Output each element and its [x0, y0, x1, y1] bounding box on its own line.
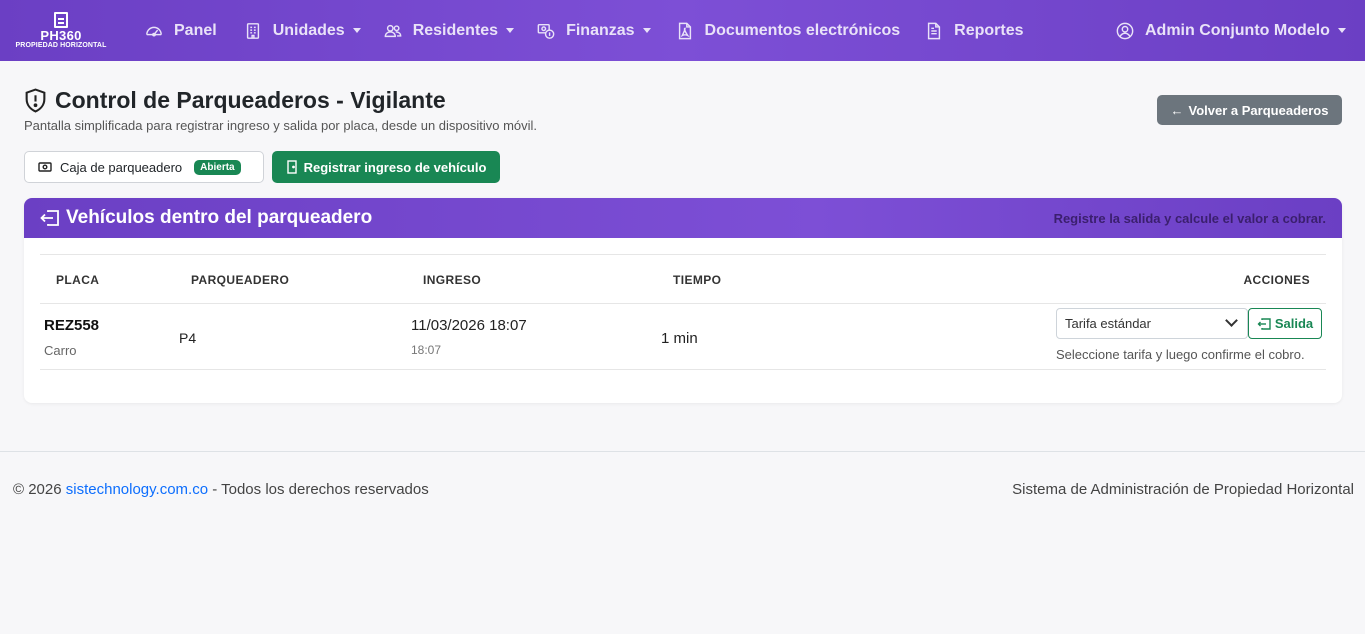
cash-box-label: Caja de parqueadero [60, 159, 183, 175]
caret-down-icon [506, 28, 515, 33]
top-navbar: PH360 PROPIEDAD HORIZONTAL Panel Unidade… [0, 0, 1365, 61]
nav-item-label: Finanzas [566, 21, 635, 39]
page-subtitle: Pantalla simplificada para registrar ing… [24, 118, 538, 133]
column-header-ingreso: INGRESO [423, 273, 482, 287]
table-header: PLACA PARQUEADERO INGRESO TIEMPO ACCIONE… [40, 254, 1326, 304]
nav-item-unidades[interactable]: Unidades [243, 0, 361, 61]
card-title: Vehículos dentro del parqueadero [66, 207, 373, 228]
page-title: Control de Parqueaderos - Vigilante [55, 87, 446, 113]
brand-name: PH360 [40, 27, 82, 43]
vehicles-card: Vehículos dentro del parqueadero Registr… [24, 198, 1342, 403]
brand-logo[interactable]: PH360 PROPIEDAD HORIZONTAL [0, 0, 122, 61]
chevron-down-icon [1225, 314, 1238, 327]
rights-text: - Todos los derechos reservados [212, 481, 429, 498]
vehicle-plate: REZ558 [44, 317, 100, 334]
nav-item-label: Reportes [954, 21, 1024, 39]
footer-copyright: © 2026 sistechnology.com.co - Todos los … [13, 481, 429, 498]
back-button-label: Volver a Parqueaderos [1188, 102, 1329, 118]
parking-slot: P4 [179, 330, 197, 346]
nav-item-reportes[interactable]: Reportes [924, 0, 1024, 61]
column-header-tiempo: TIEMPO [673, 273, 722, 287]
table-row: REZ558 Carro P4 11/03/2026 18:07 18:07 1… [40, 304, 1326, 370]
arrow-left-icon: ← [1170, 102, 1184, 118]
entry-datetime: 11/03/2026 18:07 [411, 317, 527, 334]
vehicle-type: Carro [44, 343, 77, 358]
register-button-label: Registrar ingreso de vehículo [303, 159, 487, 175]
status-badge: Abierta [194, 159, 241, 175]
cash-icon [38, 162, 52, 172]
column-header-placa: PLACA [56, 273, 100, 287]
caret-down-icon [1337, 28, 1346, 33]
nav-item-finanzas[interactable]: Finanzas [536, 0, 651, 61]
rate-hint: Seleccione tarifa y luego confirme el co… [1056, 347, 1305, 362]
exit-button[interactable]: Salida [1248, 308, 1322, 339]
nav-item-documentos[interactable]: Documentos electrónicos [675, 0, 901, 61]
footer-system-name: Sistema de Administración de Propiedad H… [1012, 481, 1354, 498]
nav-item-label: Residentes [412, 21, 499, 39]
building-icon [243, 21, 263, 41]
elapsed-time: 1 min [661, 330, 698, 347]
box-arrow-in-left-icon [40, 210, 59, 226]
column-header-acciones: ACCIONES [1243, 273, 1310, 287]
door-icon [286, 160, 297, 174]
caret-down-icon [642, 28, 651, 33]
exit-button-label: Salida [1274, 316, 1314, 331]
rate-select-value: Tarifa estándar [1065, 316, 1151, 331]
nav-item-label: Panel [174, 21, 217, 39]
brand-subtitle: PROPIEDAD HORIZONTAL [15, 41, 107, 49]
shield-exclamation-icon [25, 88, 46, 113]
footer-link[interactable]: sistechnology.com.co [66, 481, 208, 498]
speedometer-icon [144, 21, 164, 41]
back-to-parking-button[interactable]: ← Volver a Parqueaderos [1157, 95, 1342, 125]
user-menu[interactable]: Admin Conjunto Modelo [1115, 0, 1346, 61]
page-header: Control de Parqueaderos - Vigilante [24, 87, 446, 114]
vehicles-table: PLACA PARQUEADERO INGRESO TIEMPO ACCIONE… [40, 254, 1326, 370]
building-logo-icon [54, 11, 68, 28]
entry-time: 18:07 [411, 343, 442, 357]
nav-item-label: Unidades [272, 21, 345, 39]
nav-item-panel[interactable]: Panel [144, 0, 217, 61]
parking-cash-box[interactable]: Caja de parqueadero Abierta [24, 151, 264, 183]
card-header: Vehículos dentro del parqueadero Registr… [24, 198, 1342, 238]
file-pdf-icon [675, 21, 695, 41]
register-entry-button[interactable]: Registrar ingreso de vehículo [272, 151, 500, 183]
file-text-icon [924, 21, 944, 41]
card-hint: Registre la salida y calcule el valor a … [1053, 211, 1326, 226]
column-header-parqueadero: PARQUEADERO [191, 273, 290, 287]
copyright-text: © 2026 [13, 481, 62, 498]
cash-coin-icon [536, 21, 556, 41]
rate-select[interactable]: Tarifa estándar [1056, 308, 1248, 339]
nav-item-residentes[interactable]: Residentes [383, 0, 515, 61]
user-name: Admin Conjunto Modelo [1145, 21, 1330, 39]
people-icon [383, 21, 403, 41]
user-circle-icon [1115, 21, 1135, 41]
caret-down-icon [352, 28, 361, 33]
box-arrow-in-left-icon [1257, 317, 1271, 330]
nav-item-label: Documentos electrónicos [704, 21, 901, 39]
page-footer: © 2026 sistechnology.com.co - Todos los … [0, 451, 1365, 634]
